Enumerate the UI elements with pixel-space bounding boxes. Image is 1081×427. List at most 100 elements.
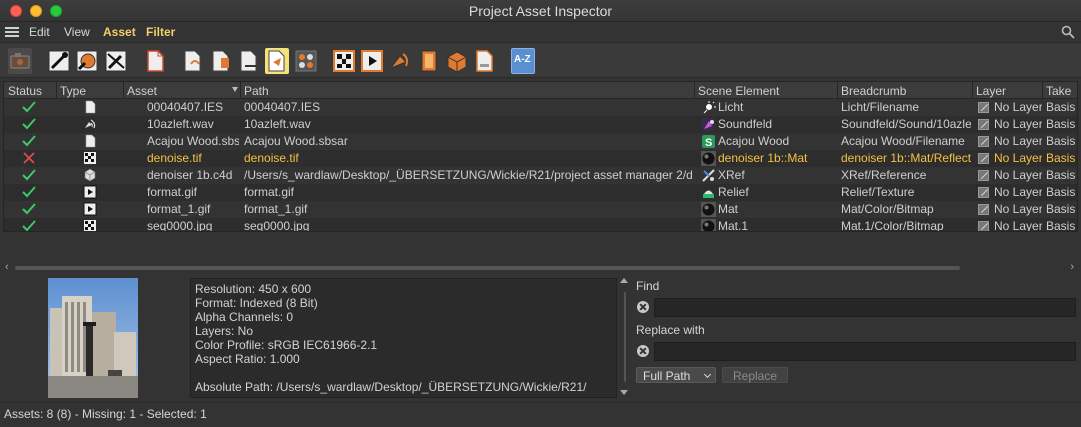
- sort-az-button[interactable]: A-Z: [511, 48, 535, 74]
- file-type-icon: [83, 134, 97, 148]
- cell-scene-element: Mat: [718, 202, 739, 216]
- sound-icon[interactable]: [388, 48, 412, 74]
- col-scene-element[interactable]: Scene Element: [698, 84, 779, 98]
- status-text: Assets: 8 (8) - Missing: 1 - Selected: 1: [4, 407, 207, 421]
- film-strip-icon[interactable]: [417, 48, 441, 74]
- cell-breadcrumb: Relief/Texture: [841, 185, 915, 199]
- menu-edit[interactable]: Edit: [29, 25, 50, 39]
- asset-info-panel: Resolution: 450 x 600 Format: Indexed (8…: [190, 278, 617, 398]
- replace-input[interactable]: [654, 342, 1076, 361]
- cell-take: Basis: [1046, 219, 1076, 232]
- layer-swatch-icon[interactable]: [978, 136, 989, 147]
- cell-scene-element: denoiser 1b::Mat: [718, 151, 808, 165]
- file-wave-icon[interactable]: [209, 48, 233, 74]
- col-path[interactable]: Path: [244, 84, 269, 98]
- sound-type-icon: [83, 117, 97, 131]
- checker-icon[interactable]: [332, 48, 356, 74]
- check-icon: [22, 100, 36, 114]
- substance-icon: S: [701, 134, 716, 149]
- check-icon: [22, 185, 36, 199]
- scroll-up-icon[interactable]: [620, 278, 628, 283]
- table-row[interactable]: seq0000.jpg seq0000.jpg Mat.1 Mat.1/Color/B…: [4, 218, 1077, 232]
- find-input[interactable]: [654, 298, 1076, 317]
- cell-breadcrumb: denoiser 1b::Mat/Reflecta: [841, 151, 971, 165]
- layer-swatch-icon[interactable]: [978, 102, 989, 113]
- svg-text:S: S: [705, 137, 712, 149]
- cell-breadcrumb: Soundfeld/Sound/10azleft: [841, 117, 971, 131]
- chevron-down-icon: [703, 370, 712, 379]
- col-breadcrumb[interactable]: Breadcrumb: [841, 84, 906, 98]
- col-layer[interactable]: Layer: [976, 84, 1006, 98]
- col-asset[interactable]: Asset: [127, 84, 157, 98]
- cell-breadcrumb: Acajou Wood/Filename: [841, 134, 965, 148]
- menu-asset[interactable]: Asset: [103, 25, 136, 39]
- cell-layer: No Layer: [994, 151, 1042, 165]
- table-row[interactable]: denoiser 1b.c4d/Users/s_wardlaw/Desktop/…: [4, 167, 1077, 184]
- cell-scene-element: Mat.1: [718, 219, 749, 232]
- menu-view[interactable]: View: [64, 25, 90, 39]
- brush-strike-icon[interactable]: [104, 48, 128, 74]
- cube-icon[interactable]: [445, 48, 469, 74]
- horizontal-scrollbar[interactable]: ‹ ›: [3, 261, 1078, 275]
- play-type-icon: [83, 185, 97, 199]
- xref-icon: [701, 168, 716, 183]
- cell-path: format_1.gif: [244, 202, 308, 216]
- cell-asset: seq0000.jpg: [147, 219, 213, 232]
- cell-path: denoise.tif: [244, 151, 299, 165]
- layer-swatch-icon[interactable]: [978, 119, 989, 130]
- relief-icon: [701, 185, 716, 200]
- replace-mode-dropdown[interactable]: Full Path: [636, 367, 716, 383]
- table-row[interactable]: 10azleft.wav 10azleft.wav Soundfeld Soundfe…: [4, 116, 1077, 133]
- clear-replace-icon[interactable]: [637, 345, 649, 357]
- layer-swatch-icon[interactable]: [978, 170, 989, 181]
- brush-orange-icon[interactable]: [75, 48, 99, 74]
- scroll-down-icon[interactable]: [620, 390, 628, 395]
- brush-dark-icon[interactable]: [47, 48, 71, 74]
- table-row[interactable]: format.gif format.gif Relief Relief/Texture…: [4, 184, 1077, 201]
- cell-layer: No Layer: [994, 117, 1042, 131]
- file-export-icon[interactable]: [237, 48, 261, 74]
- cell-layer: No Layer: [994, 219, 1042, 232]
- cell-path: Acajou Wood.sbsar: [244, 134, 348, 148]
- layer-swatch-icon[interactable]: [978, 153, 989, 164]
- table-row[interactable]: denoise.tif denoise.tif denoiser 1b::Mat de…: [4, 150, 1077, 167]
- cube-type-icon: [83, 168, 97, 182]
- scroll-left-icon[interactable]: ‹: [5, 261, 9, 273]
- layer-swatch-icon[interactable]: [978, 204, 989, 215]
- scrollbar-thumb[interactable]: [15, 266, 960, 270]
- missing-x-icon: [22, 151, 36, 165]
- material-icon: [701, 219, 716, 231]
- asset-table: Status Type Asset Path Scene Element Bre…: [3, 81, 1078, 232]
- col-take[interactable]: Take: [1046, 84, 1071, 98]
- document-icon[interactable]: [143, 48, 167, 74]
- file-arrow-icon[interactable]: [181, 48, 205, 74]
- menu-filter[interactable]: Filter: [146, 25, 175, 39]
- grid-texture-icon[interactable]: [294, 48, 318, 74]
- file-seq-icon[interactable]: [473, 48, 497, 74]
- layer-swatch-icon[interactable]: [978, 221, 989, 231]
- hamburger-menu-icon[interactable]: [5, 27, 19, 38]
- info-scroll-thumb[interactable]: [624, 292, 626, 382]
- table-row[interactable]: 00040407.IES 00040407.IES Licht Licht/Filen…: [4, 99, 1077, 116]
- layer-swatch-icon[interactable]: [978, 187, 989, 198]
- play-type-icon: [83, 202, 97, 216]
- table-row[interactable]: S Acajou Wood.sbsar Acajou Wood.sbsar Acajo…: [4, 133, 1077, 150]
- file-folder-icon[interactable]: [265, 48, 289, 74]
- check-icon: [22, 134, 36, 148]
- scroll-right-icon[interactable]: ›: [1070, 261, 1074, 273]
- col-type[interactable]: Type: [60, 84, 86, 98]
- info-alpha: Alpha Channels: 0: [195, 310, 294, 324]
- cell-asset: 00040407.IES: [147, 100, 224, 114]
- play-film-icon[interactable]: [360, 48, 384, 74]
- info-aspect-ratio: Aspect Ratio: 1.000: [195, 352, 300, 366]
- cell-asset: Acajou Wood.sbsar: [147, 134, 239, 148]
- replace-button[interactable]: Replace: [722, 367, 788, 383]
- cell-breadcrumb: XRef/Reference: [841, 168, 927, 182]
- toolbar: A-Z: [0, 42, 1081, 78]
- col-status[interactable]: Status: [8, 84, 42, 98]
- search-icon[interactable]: [1061, 25, 1075, 39]
- camera-icon[interactable]: [8, 48, 32, 74]
- title-bar: Project Asset Inspector: [0, 0, 1081, 22]
- clear-find-icon[interactable]: [637, 301, 649, 313]
- table-row[interactable]: format_1.gif format_1.gif Mat Mat/Color/Bit…: [4, 201, 1077, 218]
